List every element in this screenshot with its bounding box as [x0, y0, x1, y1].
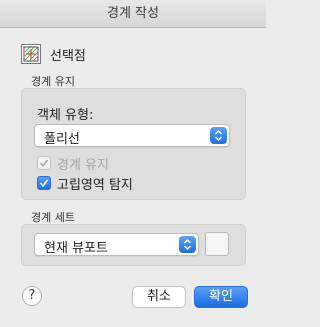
island-detection-checkbox[interactable]: 고립영역 탐지	[37, 175, 133, 193]
object-type-select[interactable]: 폴리선	[34, 124, 230, 147]
chevron-up-down-icon	[210, 127, 227, 144]
boundary-set-select[interactable]: 현재 뷰포트	[34, 233, 199, 256]
boundary-retention-section-label: 경계 유지	[31, 75, 75, 88]
ok-button[interactable]: 확인	[194, 286, 248, 308]
window-title: 경계 작성	[107, 6, 159, 21]
checkmark-icon	[37, 176, 51, 190]
title-bar: 경계 작성	[0, 0, 266, 28]
object-type-label: 객체 유형:	[37, 108, 94, 123]
help-button[interactable]: ?	[22, 286, 42, 306]
new-boundary-set-button[interactable]	[205, 232, 229, 256]
object-type-value: 폴리선	[44, 132, 80, 147]
cancel-button[interactable]: 취소	[132, 286, 186, 308]
chevron-up-down-icon	[179, 236, 196, 253]
pick-points-label: 선택점	[50, 48, 86, 64]
checkmark-icon	[37, 156, 51, 170]
retain-boundaries-checkbox[interactable]: 경계 유지	[37, 155, 109, 173]
pick-points-icon[interactable]	[21, 44, 41, 64]
boundary-set-value: 현재 뷰포트	[44, 241, 108, 256]
island-detection-label: 고립영역 탐지	[57, 177, 133, 193]
retain-boundaries-label: 경계 유지	[57, 157, 109, 173]
boundary-set-section-label: 경계 세트	[31, 211, 75, 224]
pick-points-row: 선택점	[21, 43, 86, 65]
